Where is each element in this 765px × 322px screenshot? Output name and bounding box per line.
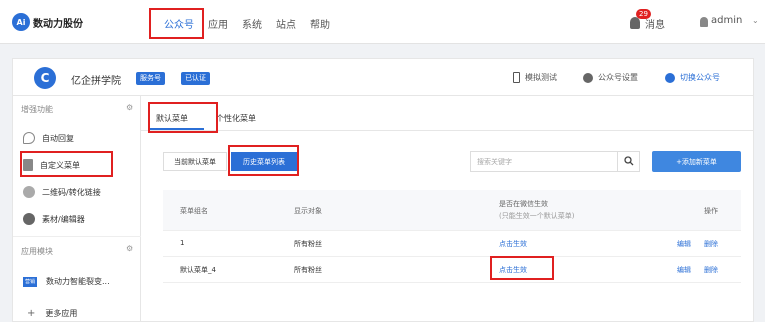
delete-link[interactable]: 删除: [704, 239, 718, 249]
account-logo-icon: C: [34, 67, 56, 89]
sidebar-item-label: 自动回复: [42, 133, 74, 143]
nav-item-site[interactable]: 站点: [276, 16, 296, 31]
plus-icon: +: [27, 308, 36, 319]
edit-link[interactable]: 编辑: [677, 239, 691, 249]
sidebar-divider: [13, 236, 142, 237]
app-icon: 营销: [23, 276, 37, 287]
sidebar-item-label: 数动力智能裂变...: [46, 277, 110, 286]
column-header-actions: 操作: [704, 207, 718, 215]
sidebar-item-label: 更多应用: [45, 309, 78, 318]
sidebar-item-materials[interactable]: 素材/编辑器: [23, 213, 85, 225]
nav-item-help[interactable]: 帮助: [310, 16, 330, 31]
sidebar-item-qrcode[interactable]: 二维码/转化链接: [23, 186, 101, 198]
sidebar: 增强功能 ⚙ 自动回复 自定义菜单 二维码/转化链接 素材/编辑器 应用模块 ⚙…: [12, 96, 142, 322]
switch-account-button[interactable]: 切换公众号: [665, 72, 720, 83]
switch-icon: [665, 72, 675, 83]
chevron-down-icon[interactable]: ⌄: [752, 16, 759, 25]
qrcode-icon: [23, 186, 35, 198]
tag-service-account: 服务号: [136, 72, 165, 85]
top-bar: Ai 数动力股份 公众号 应用 系统 站点 帮助 29 消息 admin ⌄: [0, 0, 765, 44]
column-header-target: 显示对象: [294, 207, 322, 215]
brand-name: 数动力股份: [33, 18, 83, 30]
sidebar-item-label: 素材/编辑器: [42, 214, 85, 224]
sidebar-section-apps: 应用模块: [21, 247, 53, 256]
edit-icon: [23, 213, 35, 225]
add-menu-button[interactable]: +添加新菜单: [652, 151, 741, 172]
simulate-test-button[interactable]: 模拟测试: [513, 72, 557, 83]
sidebar-item-label: 二维码/转化链接: [42, 187, 101, 197]
brand-logo-icon: Ai: [12, 13, 30, 31]
column-header-status-note: (只能生效一个默认菜单): [499, 212, 575, 220]
bell-icon[interactable]: [630, 17, 640, 29]
edit-link[interactable]: 编辑: [677, 265, 691, 275]
gear-icon[interactable]: ⚙: [126, 244, 133, 253]
highlight-box-default-tab: [148, 102, 218, 133]
gear-icon: [583, 72, 593, 83]
nav-item-system[interactable]: 系统: [242, 16, 262, 31]
highlight-box-custom-menu: [20, 151, 113, 177]
search-divider: [617, 152, 618, 171]
column-header-name: 菜单组名: [180, 207, 208, 215]
tag-verified: 已认证: [181, 72, 210, 85]
phone-icon: [513, 72, 520, 83]
cell-menu-name: 默认菜单_4: [180, 266, 216, 274]
user-icon: [700, 17, 708, 27]
account-settings-label: 公众号设置: [598, 73, 638, 82]
cell-menu-name: 1: [180, 239, 185, 247]
cell-target: 所有粉丝: [294, 240, 322, 248]
brand-logo[interactable]: Ai 数动力股份: [12, 13, 83, 31]
gear-icon[interactable]: ⚙: [126, 103, 133, 112]
search-icon[interactable]: [624, 156, 634, 166]
sidebar-section-enhanced: 增强功能: [21, 105, 53, 114]
account-settings-button[interactable]: 公众号设置: [583, 72, 638, 83]
sidebar-item-smart-fission[interactable]: 营销 数动力智能裂变...: [23, 276, 110, 287]
switch-account-label: 切换公众号: [680, 73, 720, 82]
notifications-label[interactable]: 消息: [645, 16, 665, 31]
search-input[interactable]: [477, 155, 612, 169]
table-header: 菜单组名 显示对象 是否在微信生效 (只能生效一个默认菜单) 操作: [163, 190, 741, 231]
tabs-divider: [141, 130, 754, 131]
tab-personalized-menu[interactable]: 个性化菜单: [216, 113, 256, 124]
nav-item-apps[interactable]: 应用: [208, 16, 228, 31]
search-box: [470, 151, 640, 172]
column-header-status: 是否在微信生效: [499, 200, 548, 208]
table-row: 默认菜单_4 所有粉丝 点击生效 编辑 删除: [163, 257, 741, 283]
cell-target: 所有粉丝: [294, 266, 322, 274]
current-default-menu-button[interactable]: 当前默认菜单: [163, 152, 227, 171]
highlight-box-nav: [149, 8, 204, 39]
highlight-box-history: [228, 145, 299, 176]
account-bar: C 亿企拼学院 服务号 已认证 模拟测试 公众号设置 切换公众号: [12, 58, 754, 96]
delete-link[interactable]: 删除: [704, 265, 718, 275]
sidebar-item-auto-reply[interactable]: 自动回复: [23, 132, 74, 144]
simulate-test-label: 模拟测试: [525, 73, 557, 82]
table-row: 1 所有粉丝 点击生效 编辑 删除: [163, 231, 741, 257]
sidebar-item-more-apps[interactable]: + 更多应用: [27, 308, 77, 319]
username[interactable]: admin: [711, 15, 742, 26]
activate-link[interactable]: 点击生效: [499, 239, 527, 249]
highlight-box-activate: [490, 256, 554, 280]
chat-bubble-icon: [23, 132, 35, 144]
account-name: 亿企拼学院: [71, 76, 121, 87]
